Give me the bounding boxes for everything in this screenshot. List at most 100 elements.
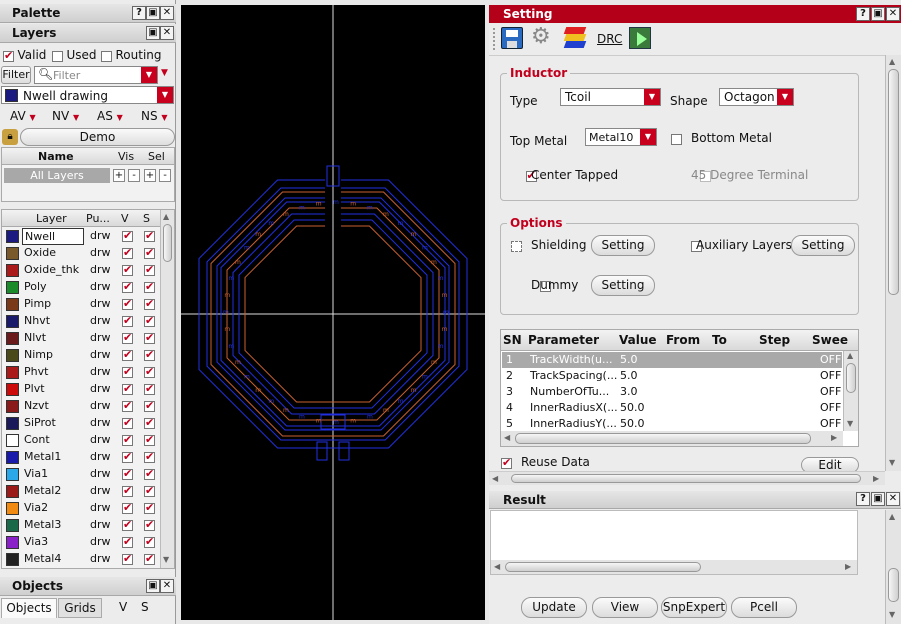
layer-selectable-checkbox[interactable] xyxy=(144,365,155,378)
layer-row[interactable]: Nlvt drw xyxy=(2,330,160,347)
top-metal-select[interactable]: Metal10 ▼ xyxy=(585,128,657,146)
chevron-down-icon[interactable]: ▼ xyxy=(141,67,157,83)
scroll-left-icon[interactable]: ◀ xyxy=(494,562,500,571)
layer-selectable-checkbox[interactable] xyxy=(144,297,155,310)
filter-button[interactable]: Filter xyxy=(1,66,31,84)
nv-dropdown[interactable]: NV ▼ xyxy=(52,109,79,123)
layer-selectable-checkbox[interactable] xyxy=(144,416,155,429)
table-row[interactable]: 3 NumberOfTu... 3.0 OFF xyxy=(502,384,842,400)
shielding-setting-button[interactable]: Setting xyxy=(591,235,655,256)
layer-row[interactable]: Via2 drw xyxy=(2,500,160,517)
layer-row[interactable]: Nzvt drw xyxy=(2,398,160,415)
result-vscroll[interactable]: ▲ ▼ xyxy=(885,510,901,624)
chevron-down-icon[interactable]: ▼ xyxy=(644,89,660,105)
layer-visible-checkbox[interactable] xyxy=(122,535,133,548)
layer-visible-checkbox[interactable] xyxy=(122,246,133,259)
layer-selectable-checkbox[interactable] xyxy=(144,382,155,395)
routing-checkbox[interactable] xyxy=(101,50,112,62)
layer-selectable-checkbox[interactable] xyxy=(144,552,155,565)
float-icon[interactable]: ▣ xyxy=(146,6,160,20)
layer-visible-checkbox[interactable] xyxy=(122,467,133,480)
layer-selectable-checkbox[interactable] xyxy=(144,348,155,361)
layers-icon[interactable] xyxy=(563,27,587,49)
layer-visible-checkbox[interactable] xyxy=(122,263,133,276)
layer-visible-checkbox[interactable] xyxy=(122,518,133,531)
ns-dropdown[interactable]: NS ▼ xyxy=(141,109,168,123)
scroll-right-icon[interactable]: ▶ xyxy=(845,562,851,571)
filter-valid[interactable]: Valid xyxy=(3,48,46,62)
layer-selectable-checkbox[interactable] xyxy=(144,399,155,412)
layer-visible-checkbox[interactable] xyxy=(122,280,133,293)
dummy-setting-button[interactable]: Setting xyxy=(591,275,655,296)
layout-canvas[interactable]: mmmmmmmmmmmmmmmmmmmmmmmmmmmmmmmmmmmmmmmm xyxy=(181,5,485,620)
sel-plus-button[interactable]: + xyxy=(144,169,156,182)
layer-visible-checkbox[interactable] xyxy=(122,314,133,327)
layer-visible-checkbox[interactable] xyxy=(122,484,133,497)
table-row[interactable]: 5 InnerRadiusY(... 50.0 OFF xyxy=(502,416,842,432)
snpexpert-button[interactable]: SnpExpert xyxy=(661,597,727,618)
layer-selectable-checkbox[interactable] xyxy=(144,450,155,463)
scroll-down-icon[interactable]: ▼ xyxy=(847,419,853,428)
table-row[interactable]: 2 TrackSpacing(... 5.0 OFF xyxy=(502,368,842,384)
set-name-button[interactable]: Demo xyxy=(20,128,175,146)
layer-selectable-checkbox[interactable] xyxy=(144,280,155,293)
layer-row[interactable]: Cont drw xyxy=(2,432,160,449)
reuse-data-checkbox[interactable] xyxy=(501,456,512,469)
aux-layers-setting-button[interactable]: Setting xyxy=(791,235,855,256)
layer-selectable-checkbox[interactable] xyxy=(144,518,155,531)
layer-visible-checkbox[interactable] xyxy=(122,501,133,514)
scroll-down-icon[interactable]: ▼ xyxy=(163,555,169,564)
scroll-up-icon[interactable]: ▲ xyxy=(847,351,853,360)
float-icon[interactable]: ▣ xyxy=(146,579,160,593)
layer-row[interactable]: SiProt drw xyxy=(2,415,160,432)
float-icon[interactable]: ▣ xyxy=(871,7,885,21)
layer-row[interactable]: Pimp drw xyxy=(2,296,160,313)
param-hscroll[interactable]: ◀ ▶ xyxy=(501,431,843,446)
setting-hscroll-thumb[interactable] xyxy=(511,474,861,483)
help-icon[interactable]: ? xyxy=(132,6,146,20)
layer-scrollbar[interactable]: ▲ ▼ xyxy=(160,210,174,568)
filter-input[interactable]: 🔍︎ Filter ▼ xyxy=(34,66,158,84)
result-output[interactable]: ◀ ▶ xyxy=(490,510,858,575)
layer-row[interactable]: Metal2 drw xyxy=(2,483,160,500)
sel-minus-button[interactable]: - xyxy=(159,169,171,182)
layer-visible-checkbox[interactable] xyxy=(122,382,133,395)
tab-objects[interactable]: Objects xyxy=(1,598,57,618)
layer-row[interactable]: Metal3 drw xyxy=(2,517,160,534)
layer-row[interactable]: Poly drw xyxy=(2,279,160,296)
layer-selectable-checkbox[interactable] xyxy=(144,501,155,514)
layer-visible-checkbox[interactable] xyxy=(122,229,133,242)
result-vscroll-thumb[interactable] xyxy=(888,568,899,602)
float-icon[interactable]: ▣ xyxy=(871,492,885,506)
layer-row[interactable]: Oxide drw xyxy=(2,245,160,262)
close-icon[interactable]: ✕ xyxy=(160,6,174,20)
layer-selectable-checkbox[interactable] xyxy=(144,246,155,259)
scroll-left-icon[interactable]: ◀ xyxy=(492,474,498,483)
all-layers-row[interactable]: All Layers xyxy=(4,168,110,183)
vis-plus-button[interactable]: + xyxy=(113,169,125,182)
scroll-right-icon[interactable]: ▶ xyxy=(831,433,837,442)
used-checkbox[interactable] xyxy=(52,50,63,62)
layer-row[interactable]: Metal4 drw xyxy=(2,551,160,568)
chevron-down-icon[interactable]: ▼ xyxy=(157,87,173,103)
scroll-up-icon[interactable]: ▲ xyxy=(889,57,895,66)
layer-visible-checkbox[interactable] xyxy=(122,416,133,429)
result-hscroll[interactable]: ◀ ▶ xyxy=(491,560,857,574)
view-button[interactable]: View xyxy=(592,597,658,618)
layer-row[interactable]: Via3 drw xyxy=(2,534,160,551)
layer-row[interactable]: Metal1 drw xyxy=(2,449,160,466)
valid-checkbox[interactable] xyxy=(3,49,14,62)
layer-visible-checkbox[interactable] xyxy=(122,331,133,344)
setting-hscroll[interactable]: ◀ ▶ xyxy=(489,471,885,485)
chevron-down-icon[interactable]: ▼ xyxy=(640,129,656,145)
bottom-metal-checkbox[interactable] xyxy=(671,133,682,145)
close-icon[interactable]: ✕ xyxy=(160,579,174,593)
close-icon[interactable]: ✕ xyxy=(886,7,900,21)
layer-row[interactable]: Nwell drw xyxy=(2,228,160,245)
layer-selectable-checkbox[interactable] xyxy=(144,535,155,548)
result-hscroll-thumb[interactable] xyxy=(505,562,701,572)
param-hscroll-thumb[interactable] xyxy=(515,433,811,444)
as-dropdown[interactable]: AS ▼ xyxy=(97,109,123,123)
scroll-up-icon[interactable]: ▲ xyxy=(163,212,169,221)
float-icon[interactable]: ▣ xyxy=(146,26,160,40)
